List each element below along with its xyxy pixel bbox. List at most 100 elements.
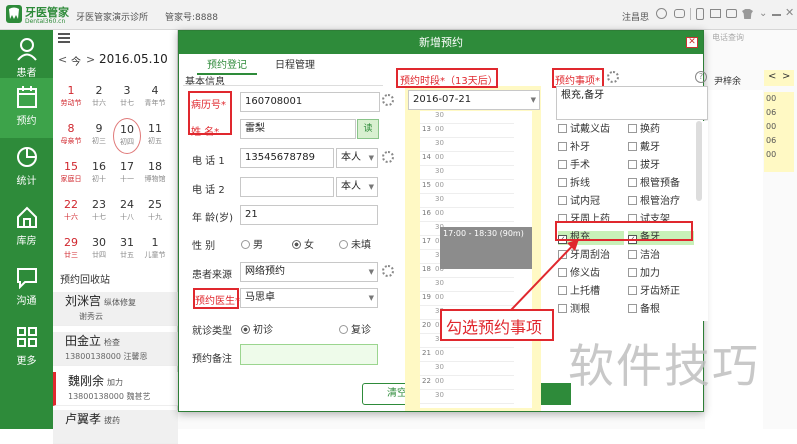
calendar-day[interactable]: 1 儿童节 [141, 232, 169, 268]
help-icon[interactable]: ? [695, 71, 707, 83]
calendar-day[interactable]: 15 家庭日 [57, 156, 85, 192]
note-field[interactable] [240, 344, 378, 365]
item-checkbox[interactable]: 手术 [558, 159, 624, 173]
name-field[interactable]: 雷梨 [240, 119, 356, 139]
phone-icon[interactable] [674, 9, 685, 18]
list-item[interactable]: 刘洣宫 纵体修复 谢秀云 [53, 292, 178, 326]
time-slot[interactable]: 14 00 [420, 153, 514, 166]
list-item[interactable]: 卢翼孝 拔药 [53, 410, 178, 444]
sidebar-item-storage[interactable]: 库房 [0, 198, 53, 258]
calendar-day[interactable]: 16 初十 [85, 156, 113, 192]
sidebar-item-label: 更多 [16, 356, 37, 367]
sidebar-item-appointments[interactable]: 预约 [0, 78, 53, 138]
age-field[interactable]: 21 [240, 205, 378, 225]
item-checkbox[interactable]: 根管预备 [628, 177, 694, 191]
gear-icon[interactable] [607, 71, 619, 83]
calendar-day[interactable]: 8 母亲节 [57, 118, 85, 154]
user-name[interactable]: 注昌思 [622, 10, 649, 23]
gender-male-radio[interactable]: 男 [241, 236, 263, 251]
schedule-prev-button[interactable]: < [768, 71, 776, 82]
item-checkbox[interactable]: 换药 [628, 123, 694, 137]
calendar-day[interactable]: 22 十六 [57, 194, 85, 230]
schedule-next-button[interactable]: > [782, 71, 790, 82]
item-checkbox[interactable]: 备根 [628, 303, 694, 317]
item-checkbox[interactable]: 根管治疗 [628, 195, 694, 209]
calendar-day[interactable]: 30 廿四 [85, 232, 113, 268]
visit-followup-radio[interactable]: 复诊 [339, 321, 371, 336]
calendar-day[interactable]: 17 十一 [113, 156, 141, 192]
item-checkbox[interactable]: 拆线 [558, 177, 624, 191]
gear-icon[interactable] [382, 265, 394, 277]
list-item[interactable]: 田金立 检查 13800138000 汪馨恩 [53, 332, 178, 366]
item-checkbox[interactable]: 拔牙 [628, 159, 694, 173]
calendar-day[interactable]: 9 初三 [85, 118, 113, 154]
calendar-day[interactable]: 23 十七 [85, 194, 113, 230]
menu-icon[interactable] [58, 33, 70, 43]
phone2-relation-select[interactable]: 本人 ▼ [336, 177, 378, 197]
calendar-prev-button[interactable]: < [58, 53, 67, 66]
record-number-field[interactable]: 160708001 [240, 92, 380, 112]
gender-unknown-radio[interactable]: 未填 [339, 236, 371, 251]
calendar-next-button[interactable]: > [86, 53, 95, 66]
gear-icon[interactable] [382, 151, 394, 163]
clock-icon[interactable] [656, 8, 667, 19]
dialog-close-button[interactable]: ✕ [686, 37, 698, 48]
calendar-day[interactable]: 3 廿七 [113, 80, 141, 116]
item-checkbox[interactable]: 补牙 [558, 141, 624, 155]
calendar-day[interactable]: 1 劳动节 [57, 80, 85, 116]
calendar-day[interactable]: 25 十九 [141, 194, 169, 230]
items-scrollbar[interactable] [696, 121, 702, 201]
card-icon[interactable] [710, 9, 721, 18]
time-slot[interactable]: 22 00 [420, 377, 514, 390]
time-slot[interactable]: 30 [420, 195, 514, 208]
phone1-field[interactable]: 13545678789 [240, 148, 334, 168]
item-checkbox[interactable]: 牙齿矫正 [628, 285, 694, 299]
time-slot[interactable]: 30 [420, 167, 514, 180]
message-icon[interactable] [726, 9, 737, 18]
mobile-icon[interactable] [696, 8, 704, 20]
list-item[interactable]: 魏刚余 加力 13800138000 魏甚艺 [53, 372, 178, 406]
sidebar-item-communication[interactable]: 沟通 [0, 258, 53, 318]
gear-icon[interactable] [382, 94, 394, 106]
calendar-day[interactable]: 11 初五 [141, 118, 169, 154]
calendar-today-button[interactable]: 今 [71, 53, 81, 68]
time-slot[interactable]: 30 [420, 363, 514, 376]
source-select[interactable]: 网络预约 ▼ [240, 262, 378, 282]
item-checkbox[interactable]: 洁治 [628, 249, 694, 263]
time-slot[interactable]: 13 00 [420, 125, 514, 138]
read-card-button[interactable]: 读 [357, 119, 379, 139]
phone1-relation-select[interactable]: 本人 ▼ [336, 148, 378, 168]
sidebar-item-more[interactable]: 更多 [0, 318, 53, 378]
calendar-day[interactable]: 24 十八 [113, 194, 141, 230]
time-slot[interactable]: 15 00 [420, 181, 514, 194]
calendar-day[interactable]: 29 廿三 [57, 232, 85, 268]
time-slot[interactable]: 21 00 [420, 349, 514, 362]
calendar-date[interactable]: 2016.05.10 [99, 52, 168, 66]
gender-female-radio[interactable]: 女 [292, 236, 314, 251]
search-input[interactable]: 电话查询 [712, 32, 792, 46]
tab-schedule[interactable]: 日程管理 [275, 56, 315, 71]
calendar-day[interactable]: 4 青年节 [141, 80, 169, 116]
item-checkbox[interactable]: 加力 [628, 267, 694, 281]
time-slot[interactable]: 30 [420, 139, 514, 152]
doctor-select[interactable]: 马思卓 ▼ [240, 288, 378, 308]
minimize-icon[interactable] [772, 14, 781, 16]
calendar-day[interactable]: 2 廿六 [85, 80, 113, 116]
item-checkbox[interactable]: 戴牙 [628, 141, 694, 155]
calendar-day[interactable]: 31 廿五 [113, 232, 141, 268]
chevron-down-icon[interactable]: ⌄ [759, 8, 767, 19]
phone2-field[interactable] [240, 177, 334, 197]
item-checkbox[interactable]: 试戴义齿 [558, 123, 624, 137]
visit-first-radio[interactable]: 初诊 [241, 321, 273, 336]
calendar-day[interactable]: 10 初四 [113, 118, 141, 154]
selected-items-field[interactable]: 根充,备牙 [556, 86, 708, 120]
close-icon[interactable]: ✕ [785, 6, 794, 19]
item-checkbox[interactable]: 试内冠 [558, 195, 624, 209]
time-slot[interactable]: 30 [420, 111, 514, 124]
shirt-icon[interactable] [742, 9, 753, 19]
date-select[interactable]: 2016-07-21 ▼ [408, 90, 540, 110]
sidebar-item-stats[interactable]: 统计 [0, 138, 53, 198]
time-slot[interactable]: 30 [420, 391, 514, 404]
time-slot[interactable]: 16 00 [420, 209, 514, 222]
calendar-day[interactable]: 18 博物馆 [141, 156, 169, 192]
